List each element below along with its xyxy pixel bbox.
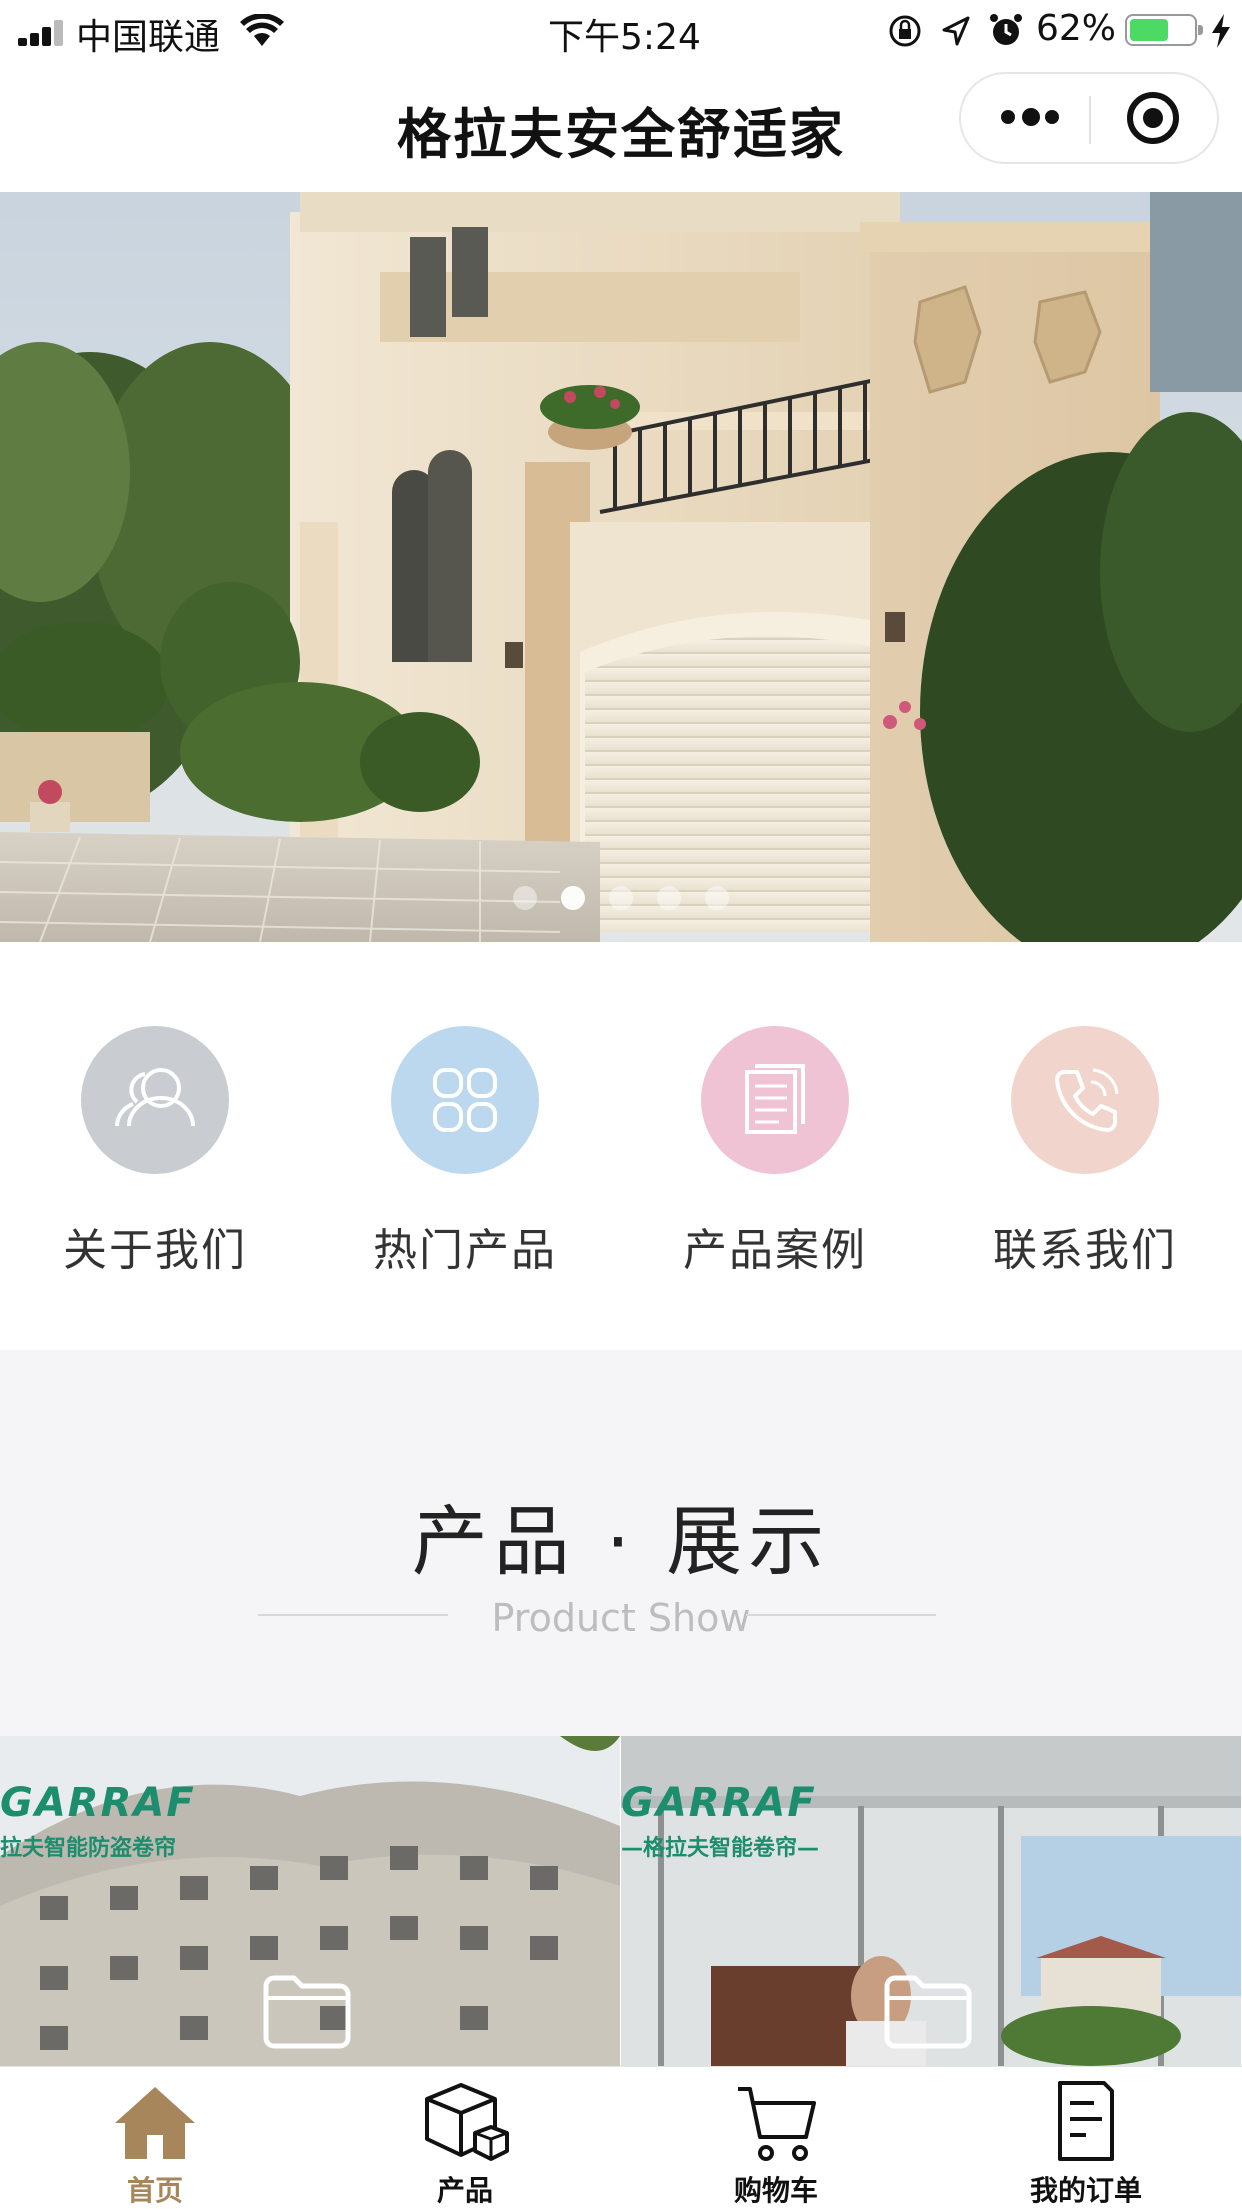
cart-icon bbox=[738, 2087, 816, 2161]
carousel-dot[interactable] bbox=[657, 886, 681, 910]
grid-icon bbox=[391, 1026, 539, 1174]
capsule-divider bbox=[1089, 96, 1091, 144]
folder-icon bbox=[263, 1975, 351, 2049]
location-arrow-icon bbox=[942, 16, 970, 46]
product-card[interactable]: GARRAF 拉夫智能防盗卷帘 bbox=[0, 1736, 620, 2066]
carousel-indicators[interactable] bbox=[0, 886, 1242, 914]
menu-label: 产品案例 bbox=[683, 1225, 867, 1276]
box-icon bbox=[425, 2083, 509, 2161]
battery-percent: 62% bbox=[1036, 8, 1117, 49]
menu-label: 联系我们 bbox=[993, 1225, 1177, 1276]
tab-label: 我的订单 bbox=[1029, 2174, 1142, 2207]
quick-menu: 关于我们 热门产品 产品案例 联系我们 bbox=[0, 942, 1242, 1350]
tab-label: 购物车 bbox=[733, 2174, 818, 2207]
tab-products[interactable]: 产品 bbox=[365, 2073, 565, 2209]
tab-orders[interactable]: 我的订单 bbox=[986, 2073, 1186, 2209]
status-time: 下午5:24 bbox=[548, 17, 701, 58]
folder-icon bbox=[884, 1975, 972, 2049]
rotation-lock-icon bbox=[889, 15, 921, 47]
status-bar: 中国联通 下午5:24 62% bbox=[0, 0, 1242, 62]
tab-home[interactable]: 首页 bbox=[55, 2073, 255, 2209]
brand-slogan: 拉夫智能防盗卷帘 bbox=[0, 1836, 177, 1861]
menu-product-cases[interactable]: 产品案例 bbox=[650, 1026, 900, 1278]
title-divider-right bbox=[746, 1614, 936, 1616]
mini-program-capsule bbox=[959, 72, 1219, 164]
menu-about-us[interactable]: 关于我们 bbox=[30, 1026, 280, 1278]
product-grid: GARRAF 拉夫智能防盗卷帘 GARRAF —格拉夫智能卷帘— bbox=[0, 1736, 1242, 2066]
carousel-dot[interactable] bbox=[561, 886, 585, 910]
banner-carousel[interactable] bbox=[0, 192, 1242, 942]
brand-logo-text: GARRAF bbox=[0, 1780, 196, 1826]
alarm-icon bbox=[990, 14, 1022, 45]
menu-contact-us[interactable]: 联系我们 bbox=[960, 1026, 1210, 1278]
users-icon bbox=[81, 1026, 229, 1174]
more-options-icon[interactable] bbox=[1001, 108, 1061, 128]
nav-bar: 格拉夫安全舒适家 bbox=[0, 62, 1242, 192]
brand-slogan: —格拉夫智能卷帘— bbox=[621, 1836, 820, 1861]
carousel-dot[interactable] bbox=[513, 886, 537, 910]
villa-garage-photo bbox=[0, 192, 1242, 942]
phone-icon bbox=[1011, 1026, 1159, 1174]
menu-label: 热门产品 bbox=[373, 1225, 557, 1276]
product-show-section: 产品 · 展示 Product Show bbox=[0, 1350, 1242, 1736]
document-icon bbox=[701, 1026, 849, 1174]
product-card[interactable]: GARRAF —格拉夫智能卷帘— bbox=[621, 1736, 1241, 2066]
battery-icon bbox=[1125, 14, 1203, 46]
tab-bar: 首页 产品 购物车 我的订单 bbox=[0, 2066, 1242, 2209]
carousel-dot[interactable] bbox=[705, 886, 729, 910]
carousel-dot[interactable] bbox=[609, 886, 633, 910]
order-icon bbox=[1058, 2081, 1114, 2161]
section-title: 产品 · 展示 bbox=[411, 1497, 831, 1586]
wifi-icon bbox=[240, 14, 284, 46]
menu-label: 关于我们 bbox=[63, 1225, 247, 1276]
charging-icon bbox=[1212, 14, 1230, 48]
section-subtitle: Product Show bbox=[491, 1596, 751, 1640]
close-mini-program-icon[interactable] bbox=[1127, 92, 1179, 144]
tab-label: 首页 bbox=[126, 2174, 183, 2207]
brand-logo-text: GARRAF bbox=[621, 1780, 817, 1826]
tab-label: 产品 bbox=[436, 2174, 493, 2207]
home-icon bbox=[115, 2087, 195, 2159]
tab-cart[interactable]: 购物车 bbox=[676, 2073, 876, 2209]
signal-icon bbox=[18, 20, 66, 46]
carrier-name: 中国联通 bbox=[76, 17, 221, 58]
menu-hot-products[interactable]: 热门产品 bbox=[340, 1026, 590, 1278]
